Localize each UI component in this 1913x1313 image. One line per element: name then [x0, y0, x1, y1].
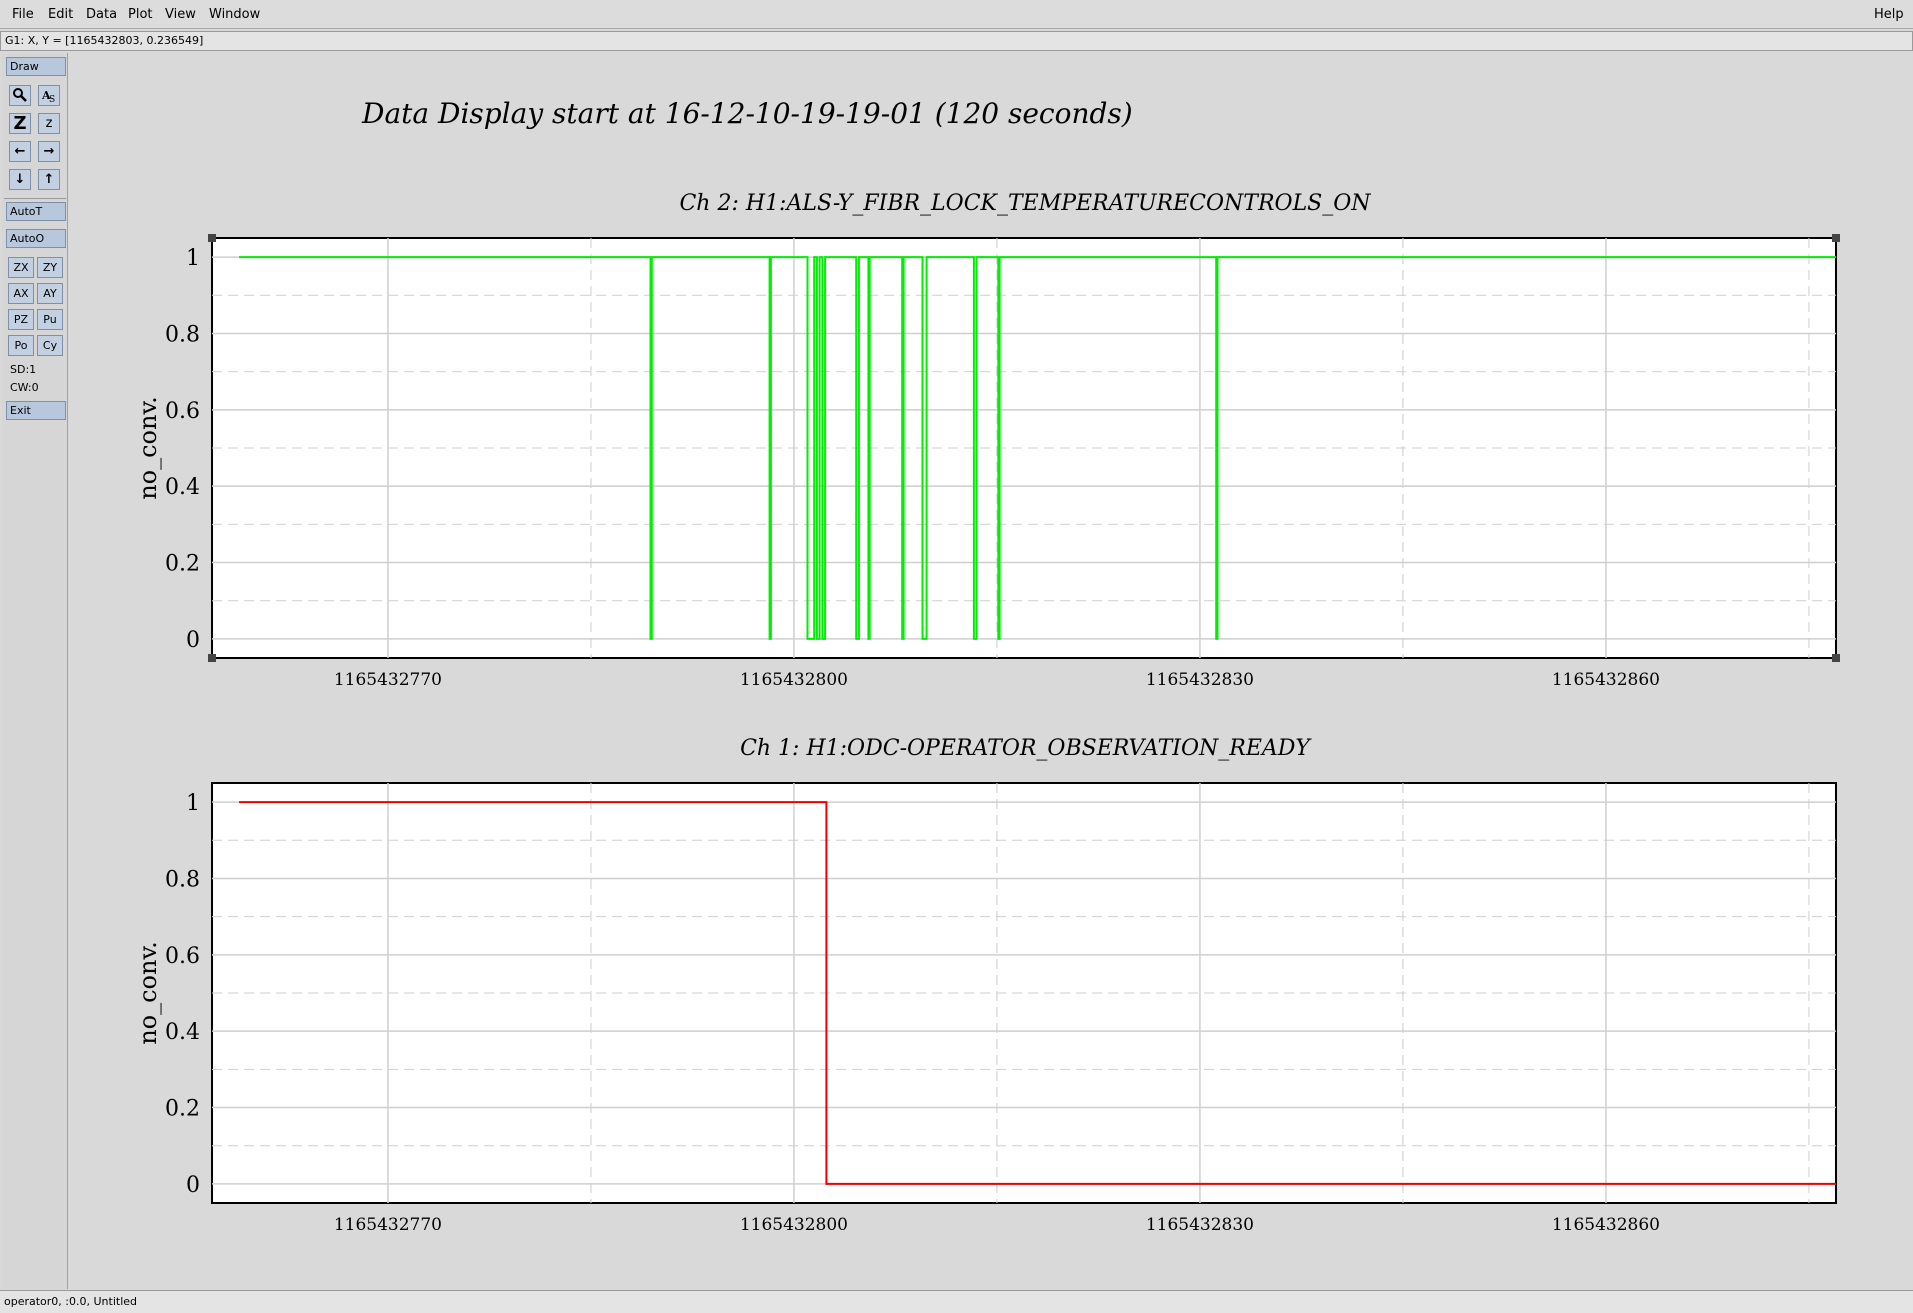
- chart-2-y-tick-label: 0.4: [165, 1020, 200, 1045]
- chart-1-y-tick-label: 0: [186, 628, 200, 653]
- chart-1-x-ticks: 1165432770 1165432800 1165432830 1165432860: [334, 670, 1660, 690]
- chart-1-handle-bottom-right[interactable]: [1832, 654, 1840, 662]
- chart-2-y-tick-label: 0.8: [165, 867, 200, 892]
- chart-2-y-tick-label: 1: [186, 791, 200, 816]
- chart-1-y-tick-label: 0.8: [165, 322, 200, 347]
- chart-2-y-tick-label: 0: [186, 1173, 200, 1198]
- chart-2-x-tick-label: 1165432770: [334, 1215, 442, 1235]
- chart-1-y-tick-label: 0.6: [165, 399, 200, 424]
- plot-canvas: Ch 2: H1:ALS-Y_FIBR_LOCK_TEMPERATURECONT…: [134, 191, 1840, 1235]
- chart-1-x-tick-label: 1165432860: [1552, 670, 1660, 690]
- chart-1-y-tick-label: 1: [186, 246, 200, 271]
- chart-1-y-ticks: 0 0.2 0.4 0.6 0.8 1: [165, 246, 200, 653]
- chart-1-handle-bottom-left[interactable]: [208, 654, 216, 662]
- chart-1-x-tick-label: 1165432800: [740, 670, 848, 690]
- chart-2-x-ticks: 1165432770 1165432800 1165432830 1165432860: [334, 1215, 1660, 1235]
- chart-2-x-tick-label: 1165432860: [1552, 1215, 1660, 1235]
- chart-2-title: Ch 1: H1:ODC-OPERATOR_OBSERVATION_READY: [740, 736, 1312, 761]
- chart-1-title: Ch 2: H1:ALS-Y_FIBR_LOCK_TEMPERATURECONT…: [679, 191, 1371, 216]
- chart-1-y-tick-label: 0.2: [165, 552, 200, 577]
- chart-1-y-tick-label: 0.4: [165, 475, 200, 500]
- status-bar: operator0, :0.0, Untitled: [0, 1290, 1913, 1313]
- chart-1-handle-top-right[interactable]: [1832, 234, 1840, 242]
- chart-2-x-tick-label: 1165432830: [1146, 1215, 1254, 1235]
- chart-2-y-tick-label: 0.6: [165, 944, 200, 969]
- chart-2-y-axis-label: no_conv.: [134, 941, 162, 1045]
- chart-1-handle-top-left[interactable]: [208, 234, 216, 242]
- chart-1-x-tick-label: 1165432770: [334, 670, 442, 690]
- chart-1-y-axis-label: no_conv.: [134, 396, 162, 500]
- chart-2-x-tick-label: 1165432800: [740, 1215, 848, 1235]
- chart-2-y-tick-label: 0.2: [165, 1097, 200, 1122]
- chart-1-x-tick-label: 1165432830: [1146, 670, 1254, 690]
- chart-2-y-ticks: 0 0.2 0.4 0.6 0.8 1: [165, 791, 200, 1198]
